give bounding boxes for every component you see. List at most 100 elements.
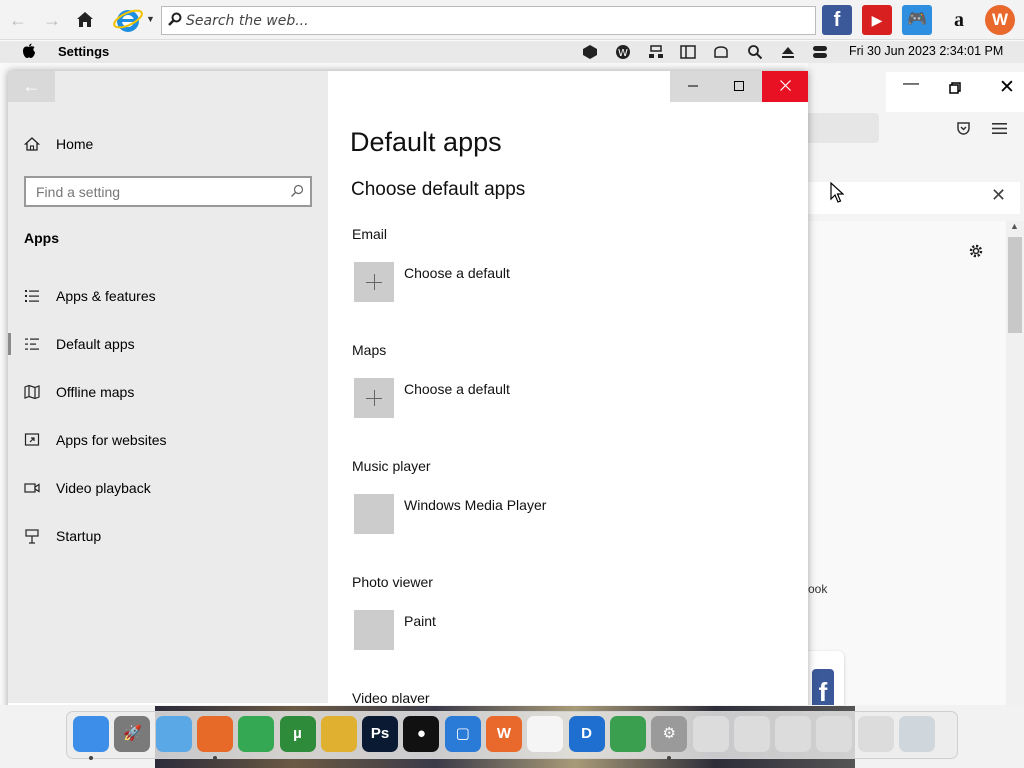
- dock-finder-icon[interactable]: [73, 716, 109, 752]
- shortcut-tile-label: ook: [808, 582, 828, 596]
- cube-icon[interactable]: [582, 44, 598, 60]
- close-icon[interactable]: ✕: [999, 76, 1015, 99]
- mouse-cursor-icon: [830, 182, 844, 203]
- find-setting-input[interactable]: [36, 182, 276, 202]
- web-search-input[interactable]: [186, 10, 786, 32]
- dock-window-5-icon[interactable]: [857, 716, 894, 752]
- minimize-icon: [688, 85, 698, 87]
- internet-explorer-icon[interactable]: [112, 5, 144, 35]
- maximize-button[interactable]: [716, 71, 762, 102]
- gear-icon[interactable]: [968, 243, 984, 259]
- close-icon: [779, 80, 791, 91]
- home-icon[interactable]: [76, 11, 94, 28]
- cloud-drive-icon[interactable]: [713, 44, 729, 60]
- dock-d-app-icon[interactable]: D: [568, 716, 605, 752]
- background-browser-window: — ✕ ✕ f ook ▲: [798, 63, 1024, 726]
- default-app-name[interactable]: Windows Media Player: [404, 497, 546, 513]
- dock-files-app-icon[interactable]: [320, 716, 357, 752]
- sidebar-item-startup[interactable]: Startup: [24, 518, 324, 554]
- dock-window-4-icon[interactable]: [816, 716, 853, 752]
- facebook-icon[interactable]: f: [822, 5, 852, 35]
- sidebar-item-label: Apps & features: [56, 288, 156, 304]
- dock-window-3-icon[interactable]: [775, 716, 812, 752]
- dock-window-2-icon[interactable]: [733, 716, 770, 752]
- dock-trash-icon[interactable]: [899, 716, 935, 752]
- minimize-button[interactable]: [670, 71, 716, 102]
- dock-running-indicator: [212, 756, 217, 760]
- youtube-icon[interactable]: ▶: [862, 5, 892, 35]
- control-center-icon[interactable]: [812, 44, 828, 60]
- dock-folder-icon[interactable]: [155, 716, 192, 752]
- selected-item-indicator: [8, 333, 11, 355]
- sidebar-item-video-playback[interactable]: Video playback: [24, 470, 324, 506]
- back-arrow-icon[interactable]: ←: [8, 10, 28, 30]
- dock-utorrent-icon[interactable]: µ: [279, 716, 316, 752]
- gamepad-icon[interactable]: 🎮: [902, 5, 932, 35]
- category-label-photo-viewer: Photo viewer: [352, 574, 433, 590]
- dock-system-settings-icon[interactable]: ⚙: [651, 716, 688, 752]
- app-icon-placeholder[interactable]: [354, 610, 394, 650]
- web-search-box[interactable]: [161, 6, 816, 35]
- dock-window-1-icon[interactable]: [692, 716, 729, 752]
- active-app-name[interactable]: Settings: [58, 44, 109, 59]
- restore-icon[interactable]: [949, 82, 961, 94]
- dock-w-app-icon[interactable]: W: [486, 716, 522, 752]
- page-title: Default apps: [350, 127, 502, 157]
- dock-photoshop-icon[interactable]: Ps: [362, 716, 399, 752]
- pocket-icon[interactable]: [956, 121, 971, 136]
- scrollbar-thumb[interactable]: [1008, 237, 1022, 333]
- add-icon[interactable]: [354, 378, 394, 418]
- menubar-clock[interactable]: Fri 30 Jun 2023 2:34:01 PM: [849, 44, 1003, 58]
- hamburger-menu-icon[interactable]: [992, 122, 1007, 135]
- search-icon: [291, 184, 304, 197]
- dock-blue-square-app-icon[interactable]: ▢: [444, 716, 481, 752]
- back-button[interactable]: ←: [8, 71, 55, 102]
- dock-firefox-icon[interactable]: [196, 716, 233, 752]
- eject-icon[interactable]: [780, 44, 796, 60]
- sidebar-item-label: Apps for websites: [56, 432, 167, 448]
- category-label-video-player: Video player: [352, 690, 430, 703]
- close-icon[interactable]: ✕: [991, 185, 1006, 206]
- dock-launchpad-icon[interactable]: 🚀: [114, 716, 151, 752]
- network-icon[interactable]: [648, 44, 664, 60]
- background-url-field[interactable]: [808, 113, 879, 143]
- sidebar-item-apps-for-websites[interactable]: Apps for websites: [24, 422, 324, 458]
- category-label-maps: Maps: [352, 342, 387, 358]
- w-logo-icon[interactable]: W: [985, 5, 1015, 35]
- minimize-icon[interactable]: —: [903, 75, 919, 93]
- search-icon: [168, 12, 182, 26]
- settings-sidebar: ← Home Apps Apps & features Default apps…: [8, 71, 328, 703]
- settings-content: Default apps Choose default apps Email C…: [328, 71, 808, 703]
- home-icon: [24, 137, 40, 151]
- dock-black-app-icon[interactable]: ●: [403, 716, 440, 752]
- close-button[interactable]: [762, 71, 808, 102]
- amazon-icon[interactable]: a: [944, 5, 974, 35]
- background-scrollbar[interactable]: ▲: [1006, 221, 1024, 705]
- dock-white-app-icon[interactable]: [527, 716, 564, 752]
- default-list-icon: [25, 338, 39, 350]
- sidebar-item-label: Video playback: [56, 480, 151, 496]
- dock: 🚀 µ Ps ● ▢ W D ⚙: [66, 711, 958, 760]
- chevron-down-icon[interactable]: ▼: [146, 14, 155, 24]
- default-app-name[interactable]: Choose a default: [404, 381, 510, 397]
- default-app-name[interactable]: Paint: [404, 613, 436, 629]
- app-icon-placeholder[interactable]: [354, 494, 394, 534]
- sidebar-item-home[interactable]: Home: [24, 126, 324, 162]
- sidebar-item-default-apps[interactable]: Default apps: [24, 326, 324, 362]
- spotlight-search-icon[interactable]: [747, 44, 763, 60]
- add-icon[interactable]: [354, 262, 394, 302]
- dock-chrome-icon[interactable]: [238, 716, 275, 752]
- sidebar-item-offline-maps[interactable]: Offline maps: [24, 374, 324, 410]
- find-a-setting-box[interactable]: [24, 176, 312, 207]
- sidebar-icon[interactable]: [680, 44, 696, 60]
- dock-globe-app-icon[interactable]: [609, 716, 646, 752]
- default-app-name[interactable]: Choose a default: [404, 265, 510, 281]
- forward-arrow-icon[interactable]: →: [42, 10, 62, 30]
- list-icon: [25, 290, 39, 302]
- apple-logo-icon[interactable]: [22, 43, 36, 59]
- scroll-up-icon[interactable]: ▲: [1010, 221, 1019, 231]
- wordpress-icon[interactable]: W: [615, 44, 631, 60]
- dock-running-indicator: [89, 756, 93, 760]
- maximize-icon: [734, 81, 744, 91]
- sidebar-item-apps-features[interactable]: Apps & features: [24, 278, 324, 314]
